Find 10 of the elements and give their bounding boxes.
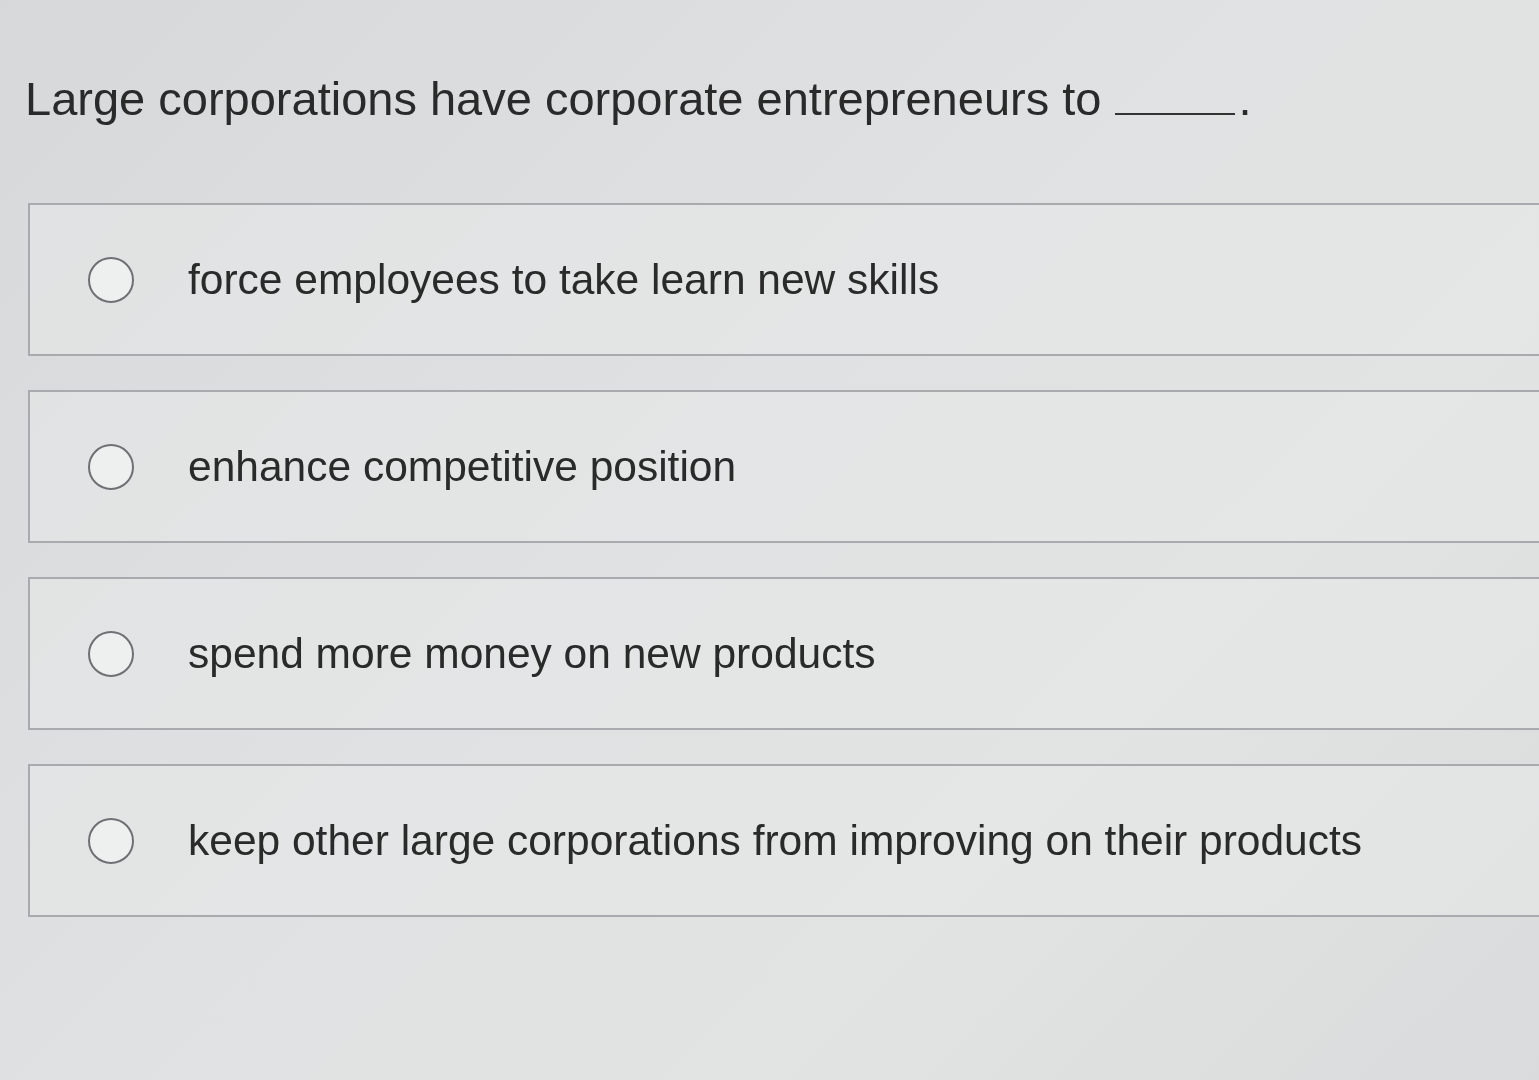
radio-button[interactable]: [88, 443, 134, 490]
question-period: .: [1238, 72, 1252, 126]
radio-button[interactable]: [88, 256, 134, 303]
radio-button[interactable]: [88, 817, 134, 864]
option-label: spend more money on new products: [188, 628, 876, 679]
option-label: keep other large corporations from improving on their products: [188, 815, 1363, 866]
option-label: force employees to take learn new skills: [188, 254, 940, 305]
question-text: Large corporations have corporate entrepreneurs to: [25, 72, 1102, 126]
radio-button[interactable]: [88, 630, 134, 677]
option-label: enhance competitive position: [188, 441, 737, 492]
